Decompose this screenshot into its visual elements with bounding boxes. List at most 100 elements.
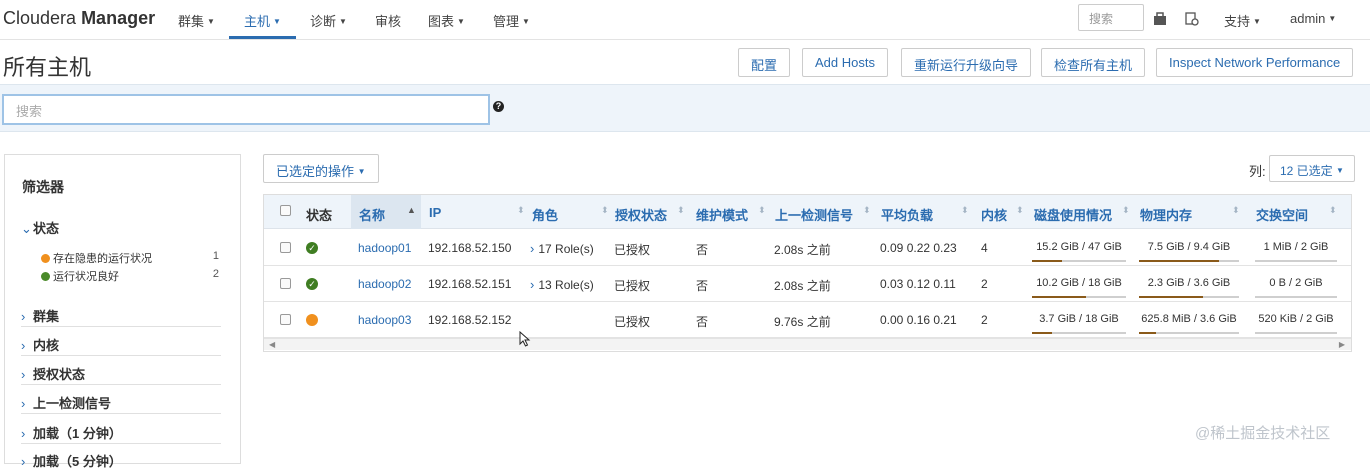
column-header-last-heartbeat[interactable]: 上一检测信号 (775, 205, 853, 224)
host-name-link[interactable]: hadoop01 (358, 241, 411, 255)
scroll-right-icon[interactable]: ▶ (1339, 340, 1345, 349)
chevron-right-icon: › (530, 277, 535, 292)
row-checkbox[interactable] (280, 278, 291, 289)
column-header-ip[interactable]: IP (429, 205, 441, 220)
filter-item-label: 运行状况良好 (53, 271, 119, 283)
sort-icon[interactable]: ⬍ (758, 205, 766, 216)
nav-audits[interactable]: 审核 (375, 11, 401, 30)
filter-section-load-1min[interactable]: › 加载（1 分钟） (21, 423, 221, 442)
filter-item-concerning-health[interactable]: 存在隐患的运行状况 1 (41, 250, 219, 266)
nav-user-label: admin (1290, 11, 1326, 26)
maintenance-mode: 否 (696, 243, 709, 257)
nav-administration-label: 管理 (493, 14, 520, 29)
column-header-commission-state[interactable]: 授权状态 (615, 205, 667, 224)
host-name-link[interactable]: hadoop03 (358, 313, 411, 327)
columns-selected-label: 12 已选定 (1280, 164, 1333, 178)
caret-down-icon: ▼ (457, 17, 465, 26)
last-heartbeat: 2.08s 之前 (774, 243, 831, 257)
rerun-upgrade-wizard-button[interactable]: 重新运行升级向导 (901, 48, 1032, 77)
sort-ascending-icon[interactable]: ▲ (407, 205, 416, 215)
sort-icon[interactable]: ⬍ (1232, 205, 1240, 216)
disk-usage-bar (1032, 296, 1126, 298)
sort-icon[interactable]: ⬍ (961, 205, 969, 216)
row-checkbox[interactable] (280, 242, 291, 253)
row-checkbox[interactable] (280, 314, 291, 325)
filter-item-good-health[interactable]: 运行状况良好 2 (41, 268, 219, 284)
columns-selector-dropdown[interactable]: 12 已选定 ▼ (1269, 155, 1355, 182)
column-header-swap-space[interactable]: 交换空间 (1256, 205, 1308, 224)
column-header-cores[interactable]: 内核 (981, 205, 1007, 224)
inspect-network-performance-button[interactable]: Inspect Network Performance (1156, 48, 1354, 77)
watermark: @稀土掘金技术社区 (1195, 425, 1331, 442)
filter-title: 筛选器 (22, 179, 64, 195)
sort-icon[interactable]: ⬍ (517, 205, 525, 216)
nav-diagnostics[interactable]: 诊断 ▼ (310, 11, 347, 30)
logo-text-light: Cloudera (3, 8, 77, 28)
physical-memory: 7.5 GiB / 9.4 GiB (1147, 241, 1231, 253)
memory-usage-fill (1139, 296, 1203, 298)
table-row: ✓ hadoop02 192.168.52.151 › 13 Role(s) 已授… (264, 266, 1351, 302)
filter-section-cluster[interactable]: › 群集 (21, 306, 221, 325)
column-header-status[interactable]: 状态 (306, 205, 332, 224)
cloudera-manager-logo[interactable]: Cloudera Manager (3, 8, 155, 29)
sort-icon[interactable]: ⬍ (677, 205, 685, 216)
nav-user-menu[interactable]: admin ▼ (1290, 11, 1336, 26)
maintenance-mode: 否 (696, 279, 709, 293)
disk-usage-bar (1032, 260, 1126, 262)
physical-memory: 625.8 MiB / 3.6 GiB (1141, 313, 1237, 325)
sort-icon[interactable]: ⬍ (1016, 205, 1024, 216)
parcel-icon[interactable] (1153, 12, 1167, 26)
select-all-checkbox[interactable] (280, 205, 291, 216)
swap-usage-bar (1255, 260, 1337, 262)
nav-charts[interactable]: 图表 ▼ (428, 11, 465, 30)
top-navbar: Cloudera Manager 群集 ▼ 主机 ▼ 诊断 ▼ 审核 图表 ▼ 管理 ▼ … (0, 0, 1370, 40)
column-header-maintenance-mode[interactable]: 维护模式 (696, 205, 748, 224)
column-header-name[interactable]: 名称 (359, 205, 385, 224)
global-search-input[interactable]: 搜索 (1078, 4, 1144, 31)
filter-section-label: 加载（5 分钟） (33, 454, 122, 469)
chevron-down-icon: ⌄ (21, 221, 32, 236)
column-header-disk-usage[interactable]: 磁盘使用情况 (1034, 205, 1112, 224)
filter-section-cores[interactable]: › 内核 (21, 335, 221, 354)
filter-section-last-heartbeat[interactable]: › 上一检测信号 (21, 393, 221, 412)
disk-usage-bar (1032, 332, 1126, 334)
cores: 4 (981, 241, 988, 255)
filter-section-commission-state[interactable]: › 授权状态 (21, 364, 221, 383)
add-hosts-button[interactable]: Add Hosts (802, 48, 888, 77)
nav-hosts[interactable]: 主机 ▼ (244, 11, 281, 30)
filter-section-status[interactable]: ⌄状态 (21, 218, 221, 237)
chevron-right-icon: › (21, 338, 26, 353)
host-ip: 192.168.52.150 (428, 241, 512, 255)
sort-icon[interactable]: ⬍ (1329, 205, 1337, 216)
nav-diagnostics-label: 诊断 (310, 14, 337, 29)
help-icon[interactable]: ? (493, 101, 504, 112)
chevron-right-icon: › (530, 241, 535, 256)
nav-administration[interactable]: 管理 ▼ (493, 11, 530, 30)
last-heartbeat: 2.08s 之前 (774, 279, 831, 293)
sort-icon[interactable]: ⬍ (601, 205, 609, 216)
sort-icon[interactable]: ⬍ (1122, 205, 1130, 216)
host-roles-toggle[interactable]: › 13 Role(s) (530, 277, 594, 292)
configuration-button[interactable]: 配置 (738, 48, 791, 77)
sort-icon[interactable]: ⬍ (863, 205, 871, 216)
inspect-all-hosts-button[interactable]: 检查所有主机 (1041, 48, 1146, 77)
chevron-right-icon: › (21, 426, 26, 441)
nav-support[interactable]: 支持 ▼ (1224, 11, 1261, 30)
horizontal-scrollbar[interactable]: ◀ ▶ (264, 338, 1351, 350)
chevron-right-icon: › (21, 396, 26, 411)
scroll-left-icon[interactable]: ◀ (269, 340, 275, 349)
active-tab-indicator (229, 36, 296, 39)
host-search-input[interactable]: 搜索 (2, 94, 490, 125)
filter-section-load-5min[interactable]: › 加载（5 分钟） (21, 451, 221, 470)
chevron-right-icon: › (21, 367, 26, 382)
column-header-load-average[interactable]: 平均负载 (881, 205, 933, 224)
selected-actions-dropdown[interactable]: 已选定的操作 ▼ (263, 154, 379, 183)
host-name-link[interactable]: hadoop02 (358, 277, 411, 291)
load-average: 0.03 0.12 0.11 (880, 277, 956, 291)
host-roles-toggle[interactable]: › 17 Role(s) (530, 241, 594, 256)
nav-clusters[interactable]: 群集 ▼ (178, 11, 215, 30)
column-header-physical-memory[interactable]: 物理内存 (1140, 205, 1192, 224)
running-commands-icon[interactable] (1185, 12, 1199, 26)
column-header-roles[interactable]: 角色 (532, 205, 558, 224)
caret-down-icon: ▼ (339, 17, 347, 26)
